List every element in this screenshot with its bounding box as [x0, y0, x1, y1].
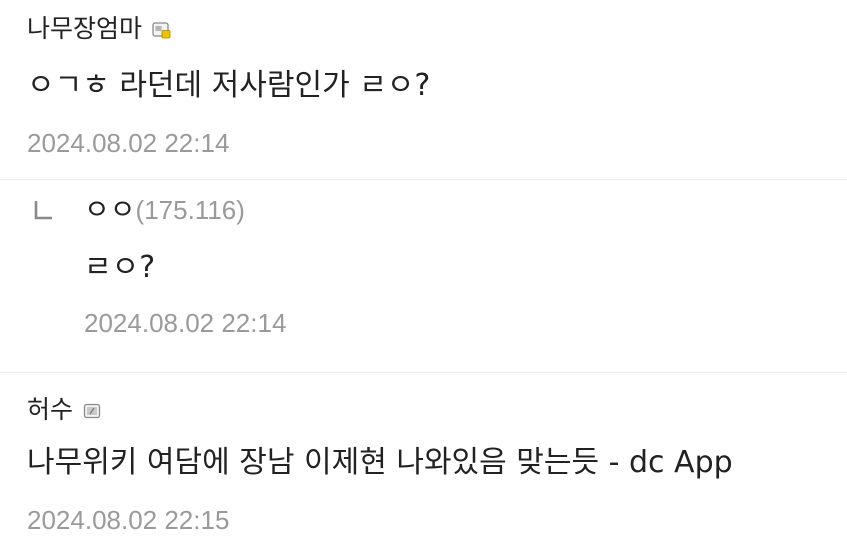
comment-list: 나무장엄마 ㅇㄱㅎ 라던데 저사람인가 ㄹㅇ? 2024.08.02 22:14… [0, 0, 847, 557]
comment-date: 2024.08.02 22:15 [27, 505, 230, 535]
gallery-member-icon [152, 21, 171, 39]
reply-text: ㄹㅇ? [84, 250, 156, 285]
fixed-nick-icon [83, 403, 102, 420]
comment-nickname[interactable]: 나무장엄마 [27, 12, 142, 46]
reply-header: ㅇㅇ (175.116) [84, 192, 847, 228]
reply-item: ㅇㅇ (175.116) ㄹㅇ? 2024.08.02 22:14 [0, 180, 847, 373]
reply-nickname[interactable]: ㅇㅇ [84, 192, 136, 228]
comment-header: 허수 [27, 395, 847, 425]
reply-content: ㅇㅇ (175.116) ㄹㅇ? 2024.08.02 22:14 [27, 192, 847, 340]
comment-item: 나무장엄마 ㅇㄱㅎ 라던데 저사람인가 ㄹㅇ? 2024.08.02 22:14 [0, 0, 847, 180]
comment-header: 나무장엄마 [27, 12, 847, 46]
comment-text: 나무위키 여담에 장남 이제현 나와있음 맞는듯 - dc App [27, 445, 733, 480]
reply-arrow-icon [33, 200, 53, 222]
comment-date: 2024.08.02 22:14 [27, 128, 230, 158]
comment-nickname[interactable]: 허수 [27, 393, 73, 427]
reply-ip: (175.116) [135, 195, 245, 225]
reply-date: 2024.08.02 22:14 [84, 308, 287, 338]
comment-item: 허수 나무위키 여담에 장남 이제현 나와있음 맞는듯 - dc App 202… [0, 373, 847, 557]
comment-text: ㅇㄱㅎ 라던데 저사람인가 ㄹㅇ? [27, 68, 431, 103]
